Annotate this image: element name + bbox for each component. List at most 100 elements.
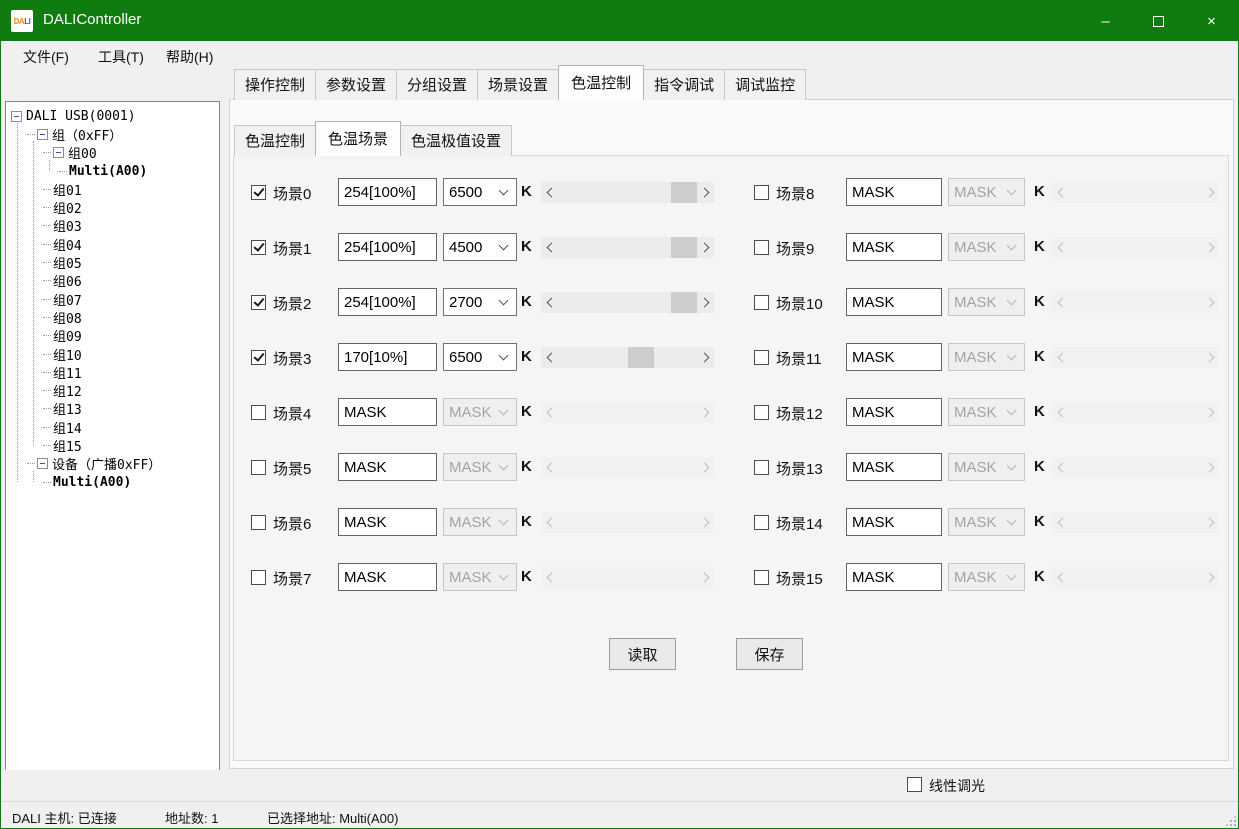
main-tab-4[interactable]: 色温控制 bbox=[558, 65, 644, 100]
chevron-down-icon bbox=[1007, 241, 1017, 251]
chevron-down-icon bbox=[1007, 351, 1017, 361]
sub-tab-strip: 色温控制色温场景色温极值设置 bbox=[234, 125, 511, 156]
kelvin-unit-label: K bbox=[1034, 403, 1045, 420]
kelvin-dropdown[interactable]: MASK bbox=[948, 453, 1025, 481]
kelvin-dropdown[interactable]: MASK bbox=[948, 343, 1025, 371]
kelvin-dropdown-value: MASK bbox=[949, 514, 1008, 531]
scene-level-input[interactable] bbox=[846, 288, 942, 316]
kelvin-unit-label: K bbox=[1034, 183, 1045, 200]
status-bar: DALI 主机: 已连接 地址数: 1 已选择地址: Multi(A00) bbox=[2, 801, 1239, 829]
scene-level-input[interactable] bbox=[846, 453, 942, 481]
chevron-down-icon bbox=[1007, 461, 1017, 471]
scroll-left-icon bbox=[1052, 402, 1069, 423]
kelvin-dropdown-value: MASK bbox=[949, 294, 1008, 311]
kelvin-scrollbar bbox=[1052, 457, 1219, 478]
scroll-right-icon bbox=[1202, 512, 1219, 533]
read-button[interactable]: 读取 bbox=[609, 638, 676, 670]
scroll-right-icon bbox=[1202, 237, 1219, 258]
scene-level-input[interactable] bbox=[846, 508, 942, 536]
kelvin-unit-label: K bbox=[1034, 513, 1045, 530]
kelvin-scrollbar bbox=[1052, 567, 1219, 588]
scroll-right-icon bbox=[1202, 347, 1219, 368]
scene-level-input[interactable] bbox=[846, 233, 942, 261]
scene-enable-checkbox[interactable] bbox=[754, 515, 769, 530]
kelvin-dropdown-value: MASK bbox=[949, 239, 1008, 256]
scene-level-input[interactable] bbox=[846, 398, 942, 426]
scene-label: 场景13 bbox=[776, 458, 823, 479]
scene-label: 场景11 bbox=[776, 348, 822, 369]
chevron-down-icon bbox=[1007, 571, 1017, 581]
scene-row: 场景14 MASK K bbox=[1, 507, 1239, 537]
scroll-left-icon bbox=[1052, 237, 1069, 258]
scroll-left-icon bbox=[1052, 567, 1069, 588]
kelvin-dropdown-value: MASK bbox=[949, 349, 1008, 366]
scene-enable-checkbox[interactable] bbox=[754, 185, 769, 200]
scroll-right-icon bbox=[1202, 567, 1219, 588]
scroll-left-icon bbox=[1052, 457, 1069, 478]
scene-label: 场景8 bbox=[776, 183, 814, 204]
scene-label: 场景14 bbox=[776, 513, 823, 534]
scene-label: 场景15 bbox=[776, 568, 823, 589]
scene-row: 场景12 MASK K bbox=[1, 397, 1239, 427]
scroll-left-icon bbox=[1052, 347, 1069, 368]
sub-tab-2[interactable]: 色温极值设置 bbox=[400, 125, 512, 156]
kelvin-unit-label: K bbox=[1034, 238, 1045, 255]
scene-level-input[interactable] bbox=[846, 563, 942, 591]
kelvin-dropdown[interactable]: MASK bbox=[948, 398, 1025, 426]
chevron-down-icon bbox=[1007, 296, 1017, 306]
kelvin-scrollbar bbox=[1052, 347, 1219, 368]
kelvin-unit-label: K bbox=[1034, 293, 1045, 310]
kelvin-unit-label: K bbox=[1034, 458, 1045, 475]
scene-grid: 场景06500K场景14500K场景22700K场景36500K场景4MASKK… bbox=[1, 1, 1238, 828]
kelvin-dropdown[interactable]: MASK bbox=[948, 233, 1025, 261]
status-host: DALI 主机: 已连接 bbox=[12, 808, 117, 827]
scene-row: 场景10 MASK K bbox=[1, 287, 1239, 317]
kelvin-dropdown-value: MASK bbox=[949, 459, 1008, 476]
scene-row: 场景9 MASK K bbox=[1, 232, 1239, 262]
kelvin-dropdown[interactable]: MASK bbox=[948, 178, 1025, 206]
kelvin-scrollbar bbox=[1052, 512, 1219, 533]
kelvin-unit-label: K bbox=[1034, 568, 1045, 585]
kelvin-unit-label: K bbox=[1034, 348, 1045, 365]
scene-row: 场景15 MASK K bbox=[1, 562, 1239, 592]
kelvin-scrollbar bbox=[1052, 402, 1219, 423]
chevron-down-icon bbox=[1007, 186, 1017, 196]
scene-row: 场景13 MASK K bbox=[1, 452, 1239, 482]
scroll-right-icon bbox=[1202, 182, 1219, 203]
kelvin-scrollbar bbox=[1052, 292, 1219, 313]
kelvin-dropdown-value: MASK bbox=[949, 569, 1008, 586]
scene-row: 场景8 MASK K bbox=[1, 177, 1239, 207]
status-address-count: 地址数: 1 bbox=[165, 808, 218, 827]
save-button[interactable]: 保存 bbox=[736, 638, 803, 670]
scene-enable-checkbox[interactable] bbox=[754, 350, 769, 365]
kelvin-dropdown[interactable]: MASK bbox=[948, 288, 1025, 316]
kelvin-scrollbar bbox=[1052, 182, 1219, 203]
scroll-left-icon bbox=[1052, 512, 1069, 533]
scene-label: 场景12 bbox=[776, 403, 823, 424]
scene-enable-checkbox[interactable] bbox=[754, 405, 769, 420]
app-window: DALI DALIController – × 文件(F)工具(T)帮助(H) … bbox=[0, 0, 1239, 829]
status-selected-address: 已选择地址: Multi(A00) bbox=[267, 808, 398, 827]
kelvin-dropdown[interactable]: MASK bbox=[948, 508, 1025, 536]
chevron-down-icon bbox=[1007, 516, 1017, 526]
scene-level-input[interactable] bbox=[846, 343, 942, 371]
scene-enable-checkbox[interactable] bbox=[754, 570, 769, 585]
scene-label: 场景10 bbox=[776, 293, 823, 314]
sub-tab-0[interactable]: 色温控制 bbox=[234, 125, 316, 156]
resize-grip[interactable] bbox=[1226, 816, 1236, 826]
scene-enable-checkbox[interactable] bbox=[754, 295, 769, 310]
chevron-down-icon bbox=[1007, 406, 1017, 416]
scene-enable-checkbox[interactable] bbox=[754, 240, 769, 255]
scene-level-input[interactable] bbox=[846, 178, 942, 206]
sub-tab-1[interactable]: 色温场景 bbox=[315, 121, 401, 156]
kelvin-dropdown-value: MASK bbox=[949, 184, 1008, 201]
scroll-left-icon bbox=[1052, 292, 1069, 313]
scene-label: 场景9 bbox=[776, 238, 814, 259]
linear-dimming-row: 线性调光 bbox=[1, 770, 1239, 800]
linear-dimming-checkbox[interactable] bbox=[907, 777, 922, 792]
scroll-left-icon bbox=[1052, 182, 1069, 203]
kelvin-scrollbar bbox=[1052, 237, 1219, 258]
kelvin-dropdown[interactable]: MASK bbox=[948, 563, 1025, 591]
scene-enable-checkbox[interactable] bbox=[754, 460, 769, 475]
scroll-right-icon bbox=[1202, 457, 1219, 478]
